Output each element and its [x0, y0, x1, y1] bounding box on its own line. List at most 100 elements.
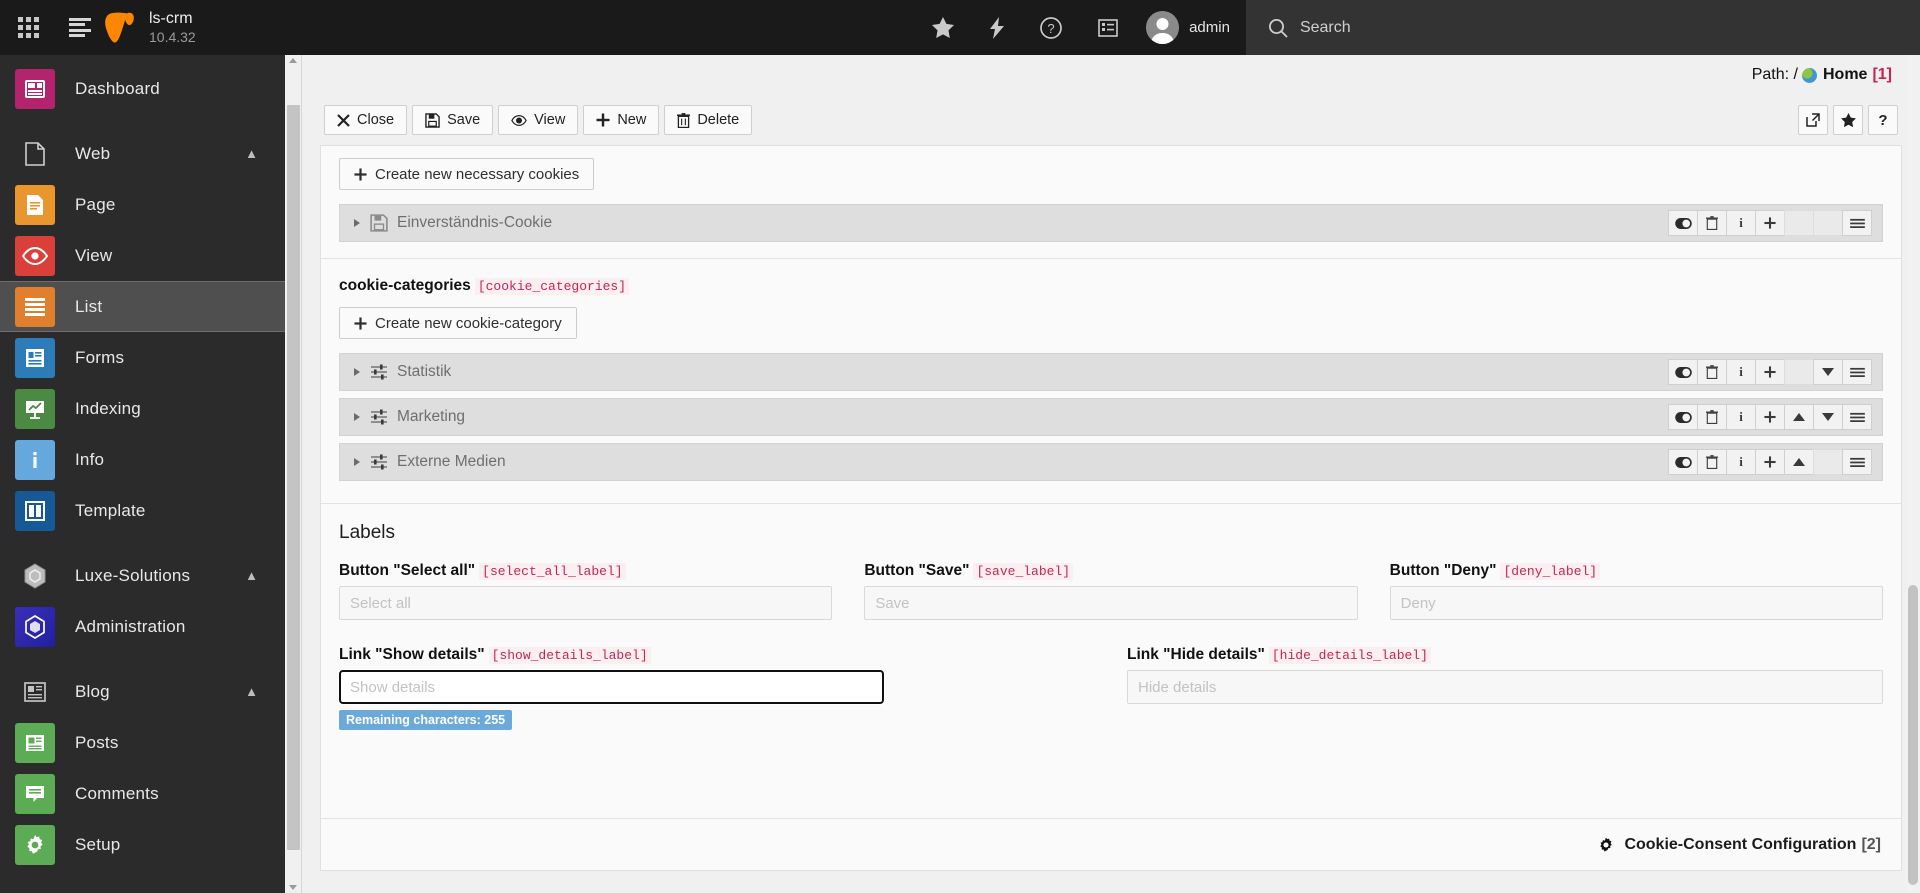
bookmark-button[interactable] [1833, 105, 1863, 135]
scroll-down-arrow-icon[interactable] [289, 885, 297, 890]
field-code: [show_details_label] [488, 647, 651, 664]
sidebar-item-page[interactable]: Page [0, 179, 285, 230]
sidebar-item-view[interactable]: View [0, 230, 285, 281]
module-menu-toggle[interactable] [0, 0, 57, 55]
info-button[interactable]: i [1726, 210, 1756, 236]
expand-caret-icon[interactable] [354, 458, 360, 466]
necessary-cookies-records: Einverständnis-Cookie i [339, 204, 1883, 242]
view-button-label: View [534, 112, 566, 128]
indexing-chart-icon [15, 388, 55, 429]
sidebar-item-posts[interactable]: Posts [0, 717, 285, 768]
scroll-up-arrow-icon[interactable] [289, 58, 297, 63]
sidebar-group-web[interactable]: Web ▲ [0, 128, 285, 179]
new-button[interactable]: New [583, 105, 660, 135]
record-title: Einverständnis-Cookie [397, 214, 553, 231]
toggle-visibility-button[interactable] [1668, 210, 1698, 236]
sidebar-item-info[interactable]: Info [0, 434, 285, 485]
drag-handle[interactable] [1842, 449, 1872, 475]
drag-handle[interactable] [1842, 404, 1872, 430]
module-menu-sidebar: Dashboard Web ▲ Page View List Forms Ind… [0, 55, 285, 893]
sidebar-group-blog[interactable]: Blog ▲ [0, 666, 285, 717]
field-show-details: Link "Show details" [show_details_label] … [338, 646, 1095, 730]
record-uid: [2] [1861, 835, 1881, 853]
delete-record-button[interactable] [1697, 404, 1727, 430]
show-details-label-input[interactable] [338, 669, 885, 705]
move-up-button[interactable] [1784, 404, 1814, 430]
delete-button[interactable]: Delete [664, 105, 753, 135]
labels-row-1: Button "Select all"[select_all_label] Bu… [339, 562, 1883, 620]
info-button[interactable]: i [1726, 449, 1756, 475]
delete-record-button[interactable] [1697, 359, 1727, 385]
new-record-button[interactable] [1755, 449, 1785, 475]
site-name-label: ls-crm [149, 10, 193, 28]
globe-icon [1801, 67, 1817, 83]
delete-record-button[interactable] [1697, 210, 1727, 236]
move-up-button[interactable] [1784, 449, 1814, 475]
toggle-visibility-button[interactable] [1668, 404, 1698, 430]
save-label-input[interactable] [864, 586, 1358, 620]
drag-handle[interactable] [1842, 210, 1872, 236]
table-row[interactable]: Einverständnis-Cookie i [339, 204, 1883, 242]
move-down-button[interactable] [1813, 404, 1843, 430]
toggle-visibility-button[interactable] [1668, 359, 1698, 385]
window-scrollbar-thumb[interactable] [1908, 585, 1918, 885]
site-name-block[interactable]: ls-crm 10.4.32 [57, 0, 282, 55]
template-icon [15, 490, 55, 531]
info-button[interactable]: i [1726, 359, 1756, 385]
info-button[interactable]: i [1726, 404, 1756, 430]
table-row[interactable]: Statistik i [339, 353, 1883, 391]
sidebar-item-administration[interactable]: Administration [0, 601, 285, 652]
expand-caret-icon[interactable] [354, 219, 360, 227]
close-button[interactable]: Close [324, 105, 408, 135]
expand-caret-icon[interactable] [354, 368, 360, 376]
move-down-button[interactable] [1813, 359, 1843, 385]
hide-details-label-input[interactable] [1127, 670, 1883, 704]
delete-record-button[interactable] [1697, 449, 1727, 475]
new-record-button[interactable] [1755, 210, 1785, 236]
view-button[interactable]: View [498, 105, 579, 135]
bookmarks-star-icon[interactable] [914, 0, 972, 55]
deny-label-input[interactable] [1389, 586, 1883, 620]
field-label: Button "Deny" [deny_label] [1390, 562, 1883, 580]
drag-handle[interactable] [1842, 359, 1872, 385]
expand-caret-icon[interactable] [354, 413, 360, 421]
open-in-new-window-button[interactable] [1798, 105, 1828, 135]
search-placeholder: Search [1299, 18, 1351, 36]
system-information-icon[interactable] [1080, 0, 1136, 55]
scrollbar-thumb[interactable] [287, 105, 300, 850]
sidebar-item-setup[interactable]: Setup [0, 819, 285, 870]
sidebar-item-indexing[interactable]: Indexing [0, 383, 285, 434]
new-record-button[interactable] [1755, 404, 1785, 430]
help-button[interactable]: ? [1868, 105, 1898, 135]
setup-gear-icon [15, 824, 55, 865]
new-record-button[interactable] [1755, 359, 1785, 385]
forms-icon [15, 337, 55, 378]
sidebar-item-template[interactable]: Template [0, 485, 285, 536]
field-label-text: Button "Deny" [1389, 562, 1497, 579]
sidebar-item-dashboard[interactable]: Dashboard [0, 63, 285, 114]
window-scrollbar[interactable] [1906, 55, 1920, 893]
create-cookie-category-button[interactable]: Create new cookie-category [339, 307, 577, 339]
table-row[interactable]: Externe Medien i [339, 443, 1883, 481]
sidebar-item-list[interactable]: List [0, 281, 285, 332]
search-input[interactable]: Search [1245, 0, 1920, 55]
typo3-version-label: 10.4.32 [149, 28, 196, 45]
sidebar-item-comments[interactable]: Comments [0, 768, 285, 819]
select-all-label-input[interactable] [339, 586, 833, 620]
table-row[interactable]: Marketing i [339, 398, 1883, 436]
sidebar-group-luxe-solutions[interactable]: Luxe-Solutions ▲ [0, 550, 285, 601]
sidebar-item-label: List [75, 296, 103, 316]
field-hide-details: Link "Hide details" [hide_details_label] [1127, 646, 1883, 730]
help-question-icon[interactable]: ? [1022, 0, 1080, 55]
toggle-visibility-button[interactable] [1668, 449, 1698, 475]
create-necessary-cookies-button[interactable]: Create new necessary cookies [339, 158, 595, 190]
field-label-text: Button "Select all" [339, 562, 476, 579]
search-icon [1268, 18, 1288, 38]
user-menu[interactable]: admin [1136, 0, 1246, 55]
clear-cache-bolt-icon[interactable] [972, 0, 1022, 55]
save-button[interactable]: Save [412, 105, 494, 135]
content-scrollbar[interactable] [285, 55, 302, 893]
field-code: [select_all_label] [479, 563, 626, 580]
sidebar-item-forms[interactable]: Forms [0, 332, 285, 383]
administration-hex-icon [15, 606, 55, 647]
